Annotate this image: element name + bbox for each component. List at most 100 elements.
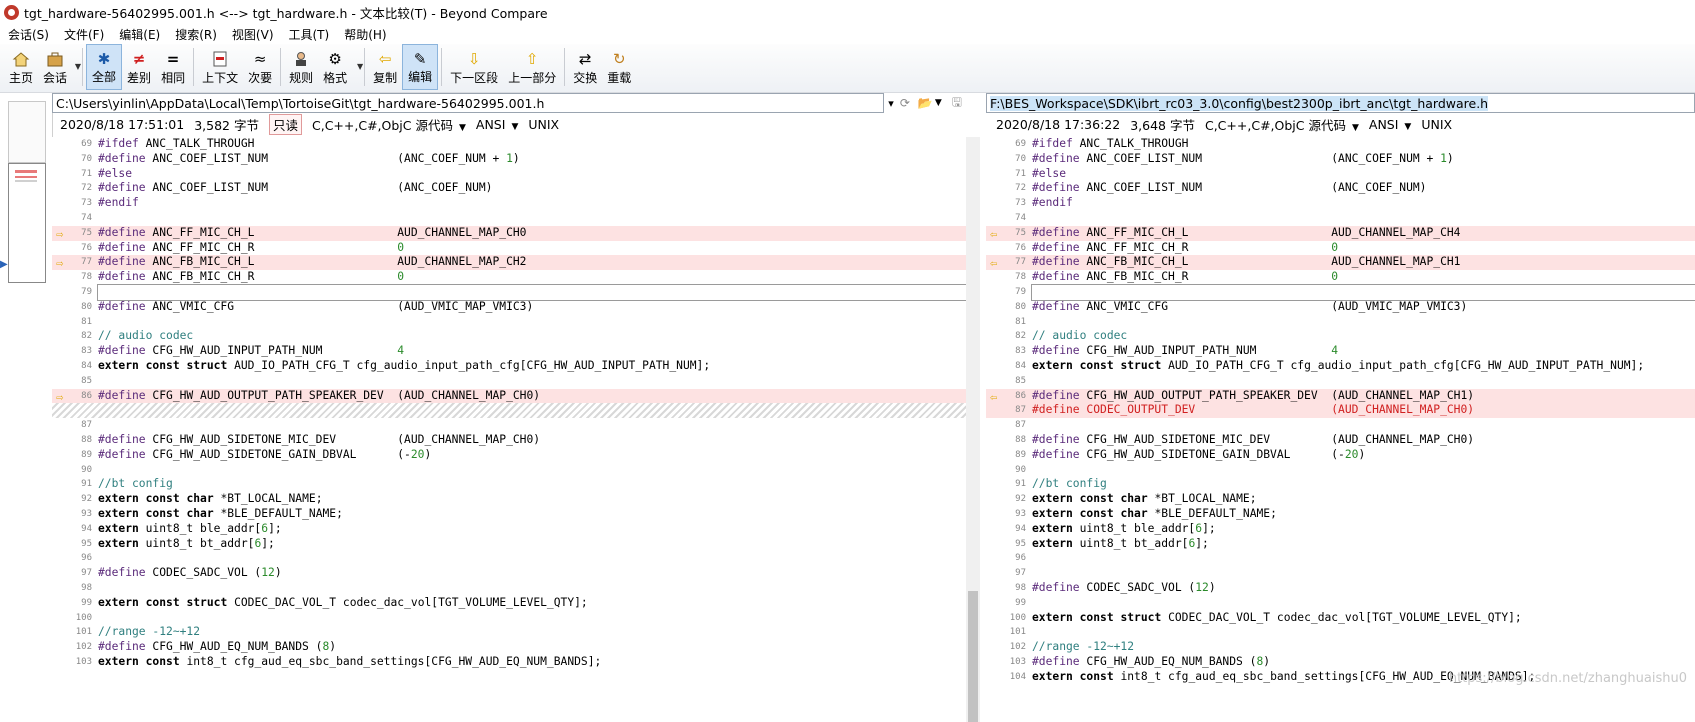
diff-line[interactable]: ⇦ 86 #define CFG_HW_AUD_OUTPUT_PATH_SPEAKE… — [986, 388, 1695, 404]
copy-button[interactable]: ⇦ 复制 — [368, 44, 402, 90]
code-line[interactable]: 85 — [52, 374, 966, 389]
line-text[interactable]: #define ANC_FF_MIC_CH_R 0 — [1032, 241, 1695, 256]
code-line[interactable]: 98 — [52, 581, 966, 596]
same-button[interactable]: = 相同 — [156, 44, 190, 90]
line-gutter[interactable] — [52, 551, 72, 566]
line-gutter[interactable] — [986, 433, 1006, 448]
line-gutter[interactable]: ⇨ — [52, 255, 72, 270]
line-gutter[interactable] — [52, 566, 72, 581]
line-text[interactable]: // audio codec — [1032, 329, 1695, 344]
line-text[interactable]: #define ANC_VMIC_CFG (AUD_VMIC_MAP_VMIC3… — [98, 300, 966, 315]
line-gutter[interactable]: ⇨ — [52, 389, 72, 404]
line-gutter[interactable] — [986, 551, 1006, 566]
code-line[interactable]: 82 // audio codec — [986, 329, 1695, 344]
code-line[interactable]: 88 #define CFG_HW_AUD_SIDETONE_MIC_DEV (A… — [52, 433, 966, 448]
line-gutter[interactable] — [986, 581, 1006, 596]
line-gutter[interactable] — [986, 285, 1006, 300]
code-line[interactable]: 95 extern uint8_t bt_addr[6]; — [52, 537, 966, 552]
line-text[interactable]: extern const int8_t cfg_aud_eq_sbc_band_… — [98, 655, 966, 670]
format-button[interactable]: ⚙ 格式 ▼ — [318, 44, 363, 90]
left-vertical-scrollbar[interactable] — [966, 137, 980, 722]
menu-file[interactable]: 文件(F) — [56, 26, 111, 43]
session-dropdown-icon[interactable]: ▼ — [75, 62, 81, 71]
gap-line[interactable] — [52, 403, 966, 419]
line-text[interactable]: // audio codec — [98, 329, 966, 344]
context-button[interactable]: 上下文 — [197, 44, 243, 90]
format-dropdown-icon[interactable]: ▼ — [357, 62, 363, 71]
code-line[interactable]: 87 — [986, 418, 1695, 433]
line-gutter[interactable] — [52, 403, 72, 418]
line-gutter[interactable] — [986, 640, 1006, 655]
line-text[interactable]: extern const struct CODEC_DAC_VOL_T code… — [98, 596, 966, 611]
code-line[interactable]: 92 extern const char *BT_LOCAL_NAME; — [986, 492, 1695, 507]
line-gutter[interactable]: ⇦ — [986, 389, 1006, 404]
code-line[interactable]: 101 — [986, 625, 1695, 640]
left-encoding-select[interactable]: ANSI ▼ — [476, 117, 518, 132]
menu-search[interactable]: 搜索(R) — [167, 26, 224, 43]
line-gutter[interactable] — [52, 463, 72, 478]
copy-left-arrow-icon[interactable]: ⇦ — [990, 256, 997, 271]
line-text[interactable]: #define ANC_FF_MIC_CH_R 0 — [98, 241, 966, 256]
line-text[interactable] — [1032, 315, 1695, 330]
code-line[interactable]: 94 extern uint8_t ble_addr[6]; — [986, 522, 1695, 537]
left-readonly-badge[interactable]: 只读 — [268, 113, 302, 135]
code-line[interactable]: 71 #else — [986, 167, 1695, 182]
line-gutter[interactable] — [986, 566, 1006, 581]
right-path-input[interactable]: F:\BES_Workspace\SDK\ibrt_rc03_3.0\confi… — [986, 93, 1695, 113]
code-line[interactable]: 89 #define CFG_HW_AUD_SIDETONE_GAIN_DBVAL… — [986, 448, 1695, 463]
line-text[interactable]: #define CFG_HW_AUD_INPUT_PATH_NUM 4 — [1032, 344, 1695, 359]
copy-right-arrow-icon[interactable]: ⇨ — [56, 227, 63, 242]
copy-left-arrow-icon[interactable]: ⇦ — [990, 390, 997, 405]
session-button[interactable]: 会话 ▼ — [38, 44, 81, 90]
line-text[interactable]: #define CFG_HW_AUD_SIDETONE_MIC_DEV (AUD… — [98, 433, 966, 448]
line-gutter[interactable] — [986, 300, 1006, 315]
code-line[interactable]: 95 extern uint8_t bt_addr[6]; — [986, 537, 1695, 552]
line-text[interactable]: #define ANC_FB_MIC_CH_R 0 — [1032, 270, 1695, 285]
code-line[interactable]: 89 #define CFG_HW_AUD_SIDETONE_GAIN_DBVAL… — [52, 448, 966, 463]
line-text[interactable]: extern uint8_t ble_addr[6]; — [98, 522, 966, 537]
code-line[interactable]: 102 //range -12~+12 — [986, 640, 1695, 655]
code-line[interactable]: 74 — [986, 211, 1695, 226]
rules-button[interactable]: 规则 — [284, 44, 318, 90]
home-button[interactable]: 主页 — [4, 44, 38, 90]
prev-part-button[interactable]: ⇧ 上一部分 — [503, 44, 561, 90]
code-line[interactable]: 97 #define CODEC_SADC_VOL (12) — [52, 566, 966, 581]
left-eol[interactable]: UNIX — [528, 117, 559, 132]
line-gutter[interactable] — [986, 611, 1006, 626]
left-history-icon[interactable]: ⟳ — [900, 96, 910, 110]
line-gutter[interactable] — [52, 522, 72, 537]
reload-button[interactable]: ↻ 重载 — [602, 44, 636, 90]
line-gutter[interactable] — [52, 625, 72, 640]
line-gutter[interactable] — [52, 270, 72, 285]
line-text[interactable]: #define CODEC_OUTPUT_DEV (AUD_CHANNEL_MA… — [1032, 403, 1695, 418]
line-gutter[interactable] — [986, 211, 1006, 226]
right-eol[interactable]: UNIX — [1421, 117, 1452, 132]
line-gutter[interactable] — [52, 152, 72, 167]
line-text[interactable]: extern const char *BLE_DEFAULT_NAME; — [98, 507, 966, 522]
line-text[interactable] — [1032, 596, 1695, 611]
line-gutter[interactable] — [986, 670, 1006, 685]
line-gutter[interactable] — [986, 507, 1006, 522]
code-line[interactable]: 100 — [52, 611, 966, 626]
code-line[interactable]: 73 #endif — [52, 196, 966, 211]
line-text[interactable]: extern uint8_t ble_addr[6]; — [1032, 522, 1695, 537]
code-line[interactable]: 72 #define ANC_COEF_LIST_NUM (ANC_COEF_NU… — [986, 181, 1695, 196]
line-text[interactable]: extern const struct AUD_IO_PATH_CFG_T cf… — [1032, 359, 1695, 374]
code-line[interactable]: 93 extern const char *BLE_DEFAULT_NAME; — [52, 507, 966, 522]
line-text[interactable] — [97, 283, 966, 301]
line-text[interactable]: #define CFG_HW_AUD_EQ_NUM_BANDS (8) — [1032, 655, 1695, 670]
left-save-icon[interactable]: 🖫 — [952, 93, 962, 114]
line-text[interactable]: #define CFG_HW_AUD_OUTPUT_PATH_SPEAKER_D… — [98, 389, 966, 404]
line-text[interactable] — [98, 581, 966, 596]
line-gutter[interactable] — [52, 285, 72, 300]
code-line[interactable]: 74 — [52, 211, 966, 226]
line-text[interactable]: #define CFG_HW_AUD_SIDETONE_GAIN_DBVAL (… — [1032, 448, 1695, 463]
code-line[interactable]: 81 — [986, 315, 1695, 330]
all-button[interactable]: ✱ 全部 — [86, 44, 123, 90]
line-text[interactable]: #define ANC_COEF_LIST_NUM (ANC_COEF_NUM) — [98, 181, 966, 196]
line-text[interactable] — [98, 418, 966, 433]
menu-tools[interactable]: 工具(T) — [281, 26, 337, 43]
line-gutter[interactable] — [52, 344, 72, 359]
line-gutter[interactable] — [986, 241, 1006, 256]
line-gutter[interactable] — [52, 611, 72, 626]
